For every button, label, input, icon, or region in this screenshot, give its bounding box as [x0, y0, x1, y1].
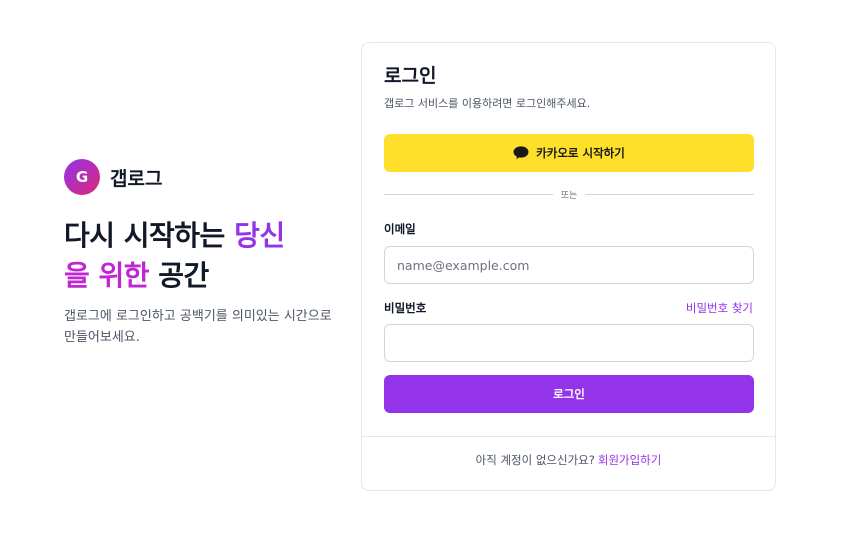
email-field[interactable]	[384, 246, 754, 284]
password-label: 비밀번호	[384, 301, 427, 315]
speech-bubble-icon	[513, 146, 529, 160]
login-page: G 갭로그 다시 시작하는 당신을 위한 공간 갭로그에 로그인하고 공백기를 …	[0, 0, 857, 560]
hero-headline: 다시 시작하는 당신을 위한 공간	[64, 216, 339, 296]
kakao-login-label: 카카오로 시작하기	[536, 146, 625, 160]
hero-description: 갭로그에 로그인하고 공백기를 의미있는 시간으로 만들어보세요.	[64, 309, 332, 345]
signup-link[interactable]: 회원가입하기	[598, 453, 661, 467]
divider-text: 또는	[560, 190, 578, 201]
email-label: 이메일	[384, 222, 416, 236]
headline-highlight-1: 당신	[234, 219, 285, 252]
divider-line-left	[384, 193, 553, 195]
login-card: 로그인 갭로그 서비스를 이용하려면 로그인해주세요. 카카오로 시작하기 또는…	[361, 42, 776, 491]
brand-logo-icon: G	[64, 159, 100, 195]
divider-line-right	[585, 193, 754, 195]
hero-section: G 갭로그 다시 시작하는 당신을 위한 공간 갭로그에 로그인하고 공백기를 …	[64, 159, 339, 348]
password-field[interactable]	[384, 324, 754, 362]
brand: G 갭로그	[64, 159, 339, 195]
headline-highlight-2: 을 위한	[64, 259, 150, 292]
headline-text-2: 공간	[149, 259, 209, 292]
or-divider: 또는	[384, 188, 754, 201]
login-submit-button[interactable]: 로그인	[384, 375, 754, 413]
card-footer-divider	[362, 436, 775, 437]
card-title: 로그인	[384, 65, 437, 87]
headline-text-1: 다시 시작하는	[64, 219, 235, 252]
card-subtitle: 갭로그 서비스를 이용하려면 로그인해주세요.	[384, 97, 591, 110]
brand-name: 갭로그	[110, 167, 163, 190]
kakao-login-button[interactable]: 카카오로 시작하기	[384, 134, 754, 172]
signup-prompt: 아직 계정이 없으신가요?	[475, 453, 595, 467]
card-footer: 아직 계정이 없으신가요? 회원가입하기	[362, 452, 775, 468]
forgot-password-link[interactable]: 비밀번호 찾기	[686, 300, 753, 316]
